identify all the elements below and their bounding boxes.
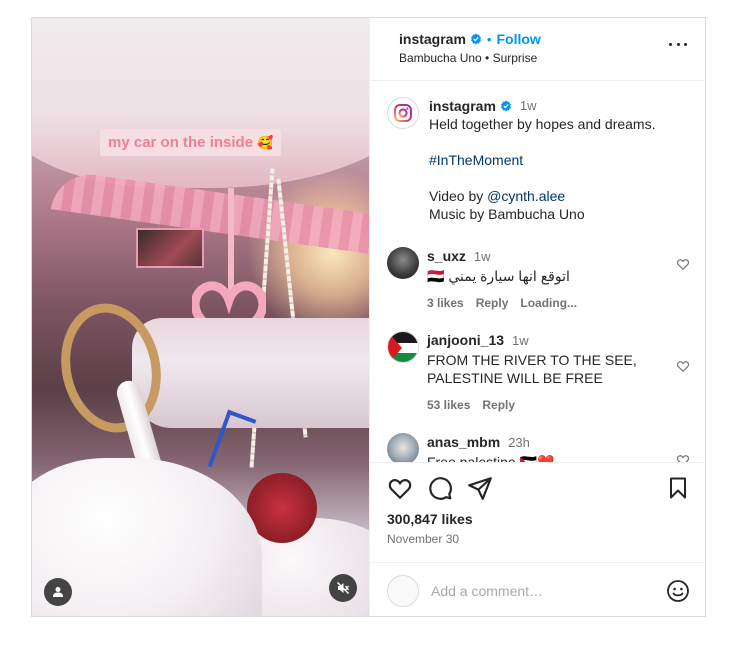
comments-list[interactable]: instagram 1w Held together by hopes and …	[370, 80, 705, 462]
post-actions: 300,847 likes November 30	[370, 462, 705, 562]
more-options-icon[interactable]	[669, 40, 687, 48]
comment-time: 1w	[473, 249, 491, 264]
caption-username[interactable]: instagram	[429, 97, 496, 115]
comment-item: janjooni_13 1w FROM THE RIVER TO THE SEE…	[387, 331, 697, 414]
loading-text: Loading...	[520, 296, 578, 310]
comment-text: 🇾🇪 اتوقع انها سيارة يمني	[427, 267, 677, 285]
yemen-flag-emoji: 🇾🇪	[427, 268, 445, 284]
verified-badge-icon	[500, 100, 511, 112]
video-credit-prefix: Video by	[429, 188, 488, 204]
comment-input[interactable]	[431, 582, 654, 599]
commenter-username[interactable]: s_uxz	[427, 247, 466, 265]
audio-subline[interactable]: Bambucha Uno • Surprise	[399, 51, 705, 65]
mute-icon	[336, 581, 350, 595]
caption-line: Held together by hopes and dreams.	[429, 116, 656, 132]
commenter-avatar[interactable]	[387, 331, 419, 363]
likes-count[interactable]: 300,847 likes	[387, 511, 690, 527]
post-header: instagram • Follow Bambucha Uno • Surpri…	[370, 18, 705, 78]
instagram-embed: my car on the inside 🥰 instagram • Follo…	[31, 17, 706, 617]
viewer-avatar	[387, 574, 419, 607]
author-username[interactable]: instagram	[399, 31, 466, 47]
commenter-username[interactable]: janjooni_13	[427, 331, 504, 349]
author-avatar[interactable]	[387, 97, 419, 129]
comment-item: anas_mbm 23h Free palestine 🇵🇸❤️	[387, 433, 697, 462]
user-tag-button[interactable]	[44, 578, 72, 606]
heart-icon[interactable]	[676, 359, 690, 373]
hashtag-link[interactable]: #InTheMoment	[429, 151, 655, 169]
add-comment-bar	[370, 562, 705, 616]
follow-button[interactable]: Follow	[496, 31, 540, 47]
comment-body: Free palestine 🇵🇸❤️	[427, 454, 555, 462]
mention-link[interactable]: @cynth.alee	[487, 188, 565, 204]
comment-item: s_uxz 1w 🇾🇪 اتوقع انها سيارة يمني 3 like…	[387, 247, 697, 312]
comment-time: 1w	[512, 333, 529, 348]
commenter-avatar[interactable]	[387, 247, 419, 279]
user-tag-icon	[53, 587, 63, 597]
heart-icon[interactable]	[387, 475, 413, 501]
comment-likes[interactable]: 53 likes	[427, 396, 470, 414]
instagram-logo-icon	[394, 104, 412, 122]
rearview-mirror	[136, 228, 204, 268]
header-separator: •	[486, 31, 492, 47]
post-date[interactable]: November 30	[387, 532, 690, 546]
video-caption-sticker: my car on the inside 🥰	[100, 129, 282, 156]
comment-body: FROM THE RIVER TO THE SEE, PALESTINE WIL…	[427, 352, 637, 386]
heart-icon[interactable]	[676, 257, 690, 271]
comment-likes[interactable]: 3 likes	[427, 294, 464, 312]
smiling-hearts-emoji: 🥰	[257, 134, 274, 150]
video-caption-text: my car on the inside	[108, 134, 254, 151]
reply-button[interactable]: Reply	[476, 294, 509, 312]
verified-badge-icon	[470, 33, 481, 45]
mute-button[interactable]	[329, 574, 357, 602]
comment-time: 23h	[508, 435, 530, 450]
bookmark-icon[interactable]	[666, 476, 690, 500]
emoji-icon[interactable]	[666, 579, 690, 603]
post-panel: instagram • Follow Bambucha Uno • Surpri…	[369, 18, 705, 616]
reply-button[interactable]: Reply	[482, 396, 515, 414]
video-credit: Video by @cynth.alee	[429, 187, 655, 205]
post-caption: instagram 1w Held together by hopes and …	[387, 97, 697, 223]
commenter-username[interactable]: anas_mbm	[427, 433, 500, 451]
post-video[interactable]: my car on the inside 🥰	[32, 18, 369, 616]
heart-icon[interactable]	[676, 453, 690, 462]
commenter-avatar[interactable]	[387, 433, 419, 462]
share-icon[interactable]	[467, 475, 493, 501]
comment-body: اتوقع انها سيارة يمني	[448, 268, 570, 284]
music-credit: Music by Bambucha Uno	[429, 206, 585, 222]
caption-time: 1w	[519, 98, 537, 113]
comment-icon[interactable]	[427, 475, 453, 501]
